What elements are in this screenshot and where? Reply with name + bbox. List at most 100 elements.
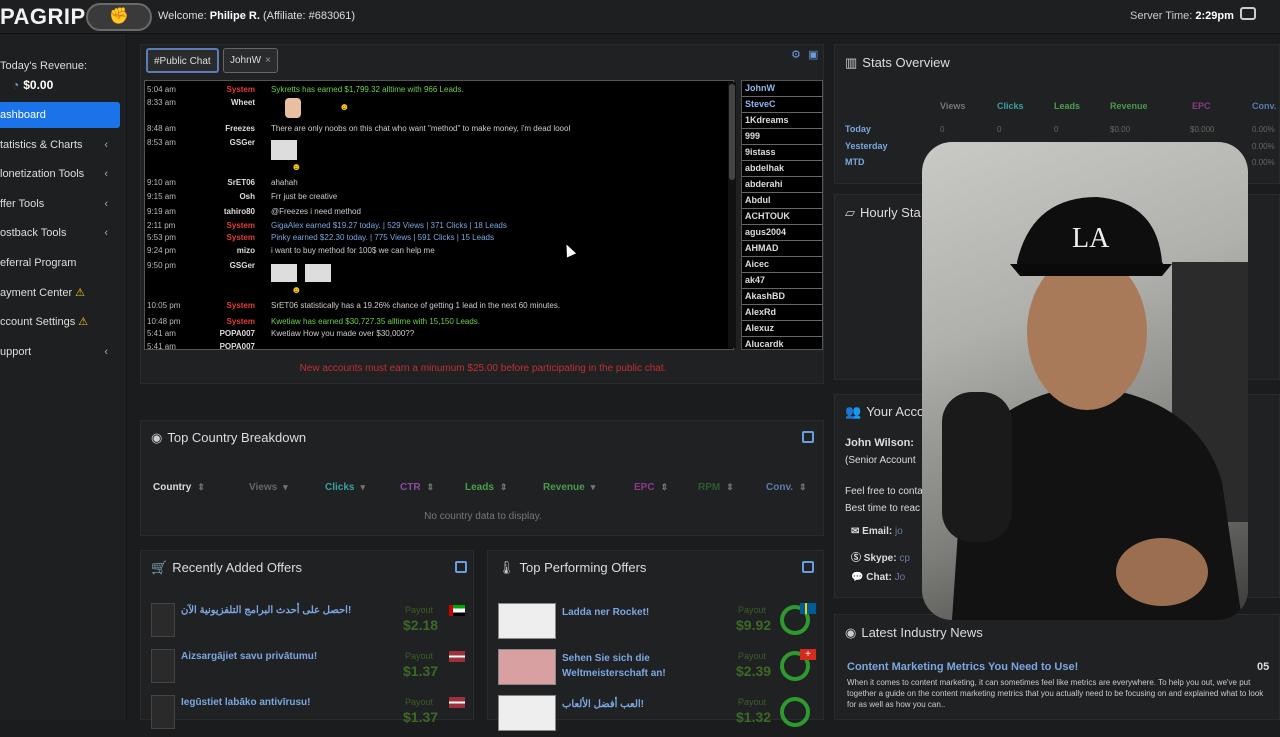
chat-user-item[interactable]: Abdul: [742, 193, 822, 209]
msg-user[interactable]: tahiro80: [224, 207, 255, 216]
chat-user-item[interactable]: ak47: [742, 273, 822, 289]
chat-user-item[interactable]: Alexuz: [742, 321, 822, 337]
sort-icon: ▾: [283, 482, 288, 492]
globe-icon: ◉: [151, 430, 163, 445]
col-clicks[interactable]: Clicks ▾: [325, 482, 365, 493]
chat-user-item[interactable]: agus2004: [742, 225, 822, 241]
sidebar-item-label: ffer Tools: [0, 198, 45, 210]
chat-messages[interactable]: 5:04 am System Sykretts has earned $1,799.…: [144, 80, 734, 350]
offer-row[interactable]: Iegūstiet labāko antivīrusu! Payout $1.3…: [147, 693, 469, 735]
col-conv[interactable]: Conv. ⇕: [766, 482, 807, 493]
offer-name[interactable]: Ladda ner Rocket!: [562, 605, 692, 620]
msg-user[interactable]: System: [227, 317, 255, 326]
offer-row[interactable]: Aizsargājiet savu privātumu! Payout $1.3…: [147, 647, 469, 689]
payout-label: Payout: [738, 697, 767, 707]
chat-user-item[interactable]: 999: [742, 129, 822, 145]
chat-user-item[interactable]: 9istass: [742, 145, 822, 161]
news-headline[interactable]: Content Marketing Metrics You Need to Us…: [847, 661, 1078, 673]
msg-user[interactable]: POPA007: [220, 329, 255, 338]
col-views[interactable]: Views ▾: [249, 482, 288, 493]
stats-col-leads: Leads: [1054, 101, 1081, 111]
offer-name[interactable]: العب أفضل الألعاب!: [562, 697, 692, 712]
emoji-icon: ☻: [291, 162, 302, 173]
col-revenue[interactable]: Revenue ▾: [543, 482, 595, 493]
offer-name[interactable]: احصل على أحدث البرامج التلفزيونية الآن!: [181, 605, 351, 616]
bar-chart-icon: ▥: [845, 55, 858, 70]
offer-name[interactable]: Iegūstiet labāko antivīrusu!: [181, 697, 310, 708]
sidebar-item-referral[interactable]: eferral Program: [0, 250, 120, 276]
chat-user-item[interactable]: abderahi: [742, 177, 822, 193]
stats-value: 0.00%: [1252, 125, 1275, 134]
msg-user[interactable]: GSGer: [230, 138, 255, 147]
sidebar-item-monetization[interactable]: lonetization Tools ‹: [0, 161, 120, 187]
msg-text: ahahah: [271, 178, 298, 187]
col-country[interactable]: Country ⇕: [153, 482, 205, 493]
chat-user-item[interactable]: ACHTOUK: [742, 209, 822, 225]
chat-scrollbar[interactable]: [728, 82, 736, 348]
logo[interactable]: PAGRIP: [0, 4, 86, 30]
chat-bubble-icon[interactable]: [1240, 7, 1256, 20]
chat-user-item[interactable]: AkashBD: [742, 289, 822, 305]
col-epc[interactable]: EPC ⇕: [634, 482, 668, 493]
chat-value[interactable]: Jo: [895, 572, 906, 583]
external-link-icon[interactable]: [802, 561, 814, 573]
external-link-icon[interactable]: [455, 561, 467, 573]
msg-user[interactable]: System: [227, 221, 255, 230]
msg-user[interactable]: System: [227, 85, 255, 94]
sort-icon: ⇕: [197, 482, 205, 492]
performance-ring: [780, 697, 810, 727]
col-rpm[interactable]: RPM ⇕: [698, 482, 734, 493]
msg-user[interactable]: Freezes: [225, 124, 255, 133]
scrollbar-thumb[interactable]: [729, 84, 735, 180]
sidebar-item-dashboard[interactable]: ashboard: [0, 102, 120, 128]
tab-public-chat[interactable]: #Public Chat: [146, 48, 219, 73]
col-ctr[interactable]: CTR ⇕: [400, 482, 434, 493]
webcam-overlay: LA: [922, 142, 1248, 620]
msg-user[interactable]: POPA007: [220, 342, 255, 349]
msg-user[interactable]: GSGer: [230, 261, 255, 270]
chat-icon: 💬: [851, 572, 867, 583]
users-icon: 👥: [845, 404, 862, 419]
offer-row[interactable]: العب أفضل الألعاب! Payout $1.32: [494, 693, 818, 737]
email-value[interactable]: jo: [895, 526, 903, 537]
offer-row[interactable]: احصل على أحدث البرامج التلفزيونية الآن! …: [147, 601, 469, 643]
msg-user[interactable]: System: [227, 233, 255, 242]
chat-user-item[interactable]: SteveC: [742, 97, 822, 113]
col-leads[interactable]: Leads ⇕: [465, 482, 507, 493]
chat-user-item[interactable]: Aicec: [742, 257, 822, 273]
chat-user-item[interactable]: AlexRd: [742, 305, 822, 321]
sidebar-item-label: eferral Program: [0, 257, 77, 269]
chat-user-item[interactable]: abdelhak: [742, 161, 822, 177]
gear-icon[interactable]: ⚙: [791, 48, 801, 61]
offer-thumbnail: [498, 603, 556, 639]
chat-user-item[interactable]: Alucardk: [742, 337, 822, 349]
sidebar-item-statistics[interactable]: tatistics & Charts ‹: [0, 132, 120, 158]
sidebar-item-account-settings[interactable]: ccount Settings ⚠: [0, 309, 120, 335]
chat-user-item[interactable]: 1Kdreams: [742, 113, 822, 129]
chat-users-icon[interactable]: ▣: [808, 48, 818, 61]
offer-row[interactable]: Sehen Sie sich die Weltmeisterschaft an!…: [494, 647, 818, 691]
empty-table-message: No country data to display.: [424, 511, 542, 522]
sidebar-item-offer-tools[interactable]: ffer Tools ‹: [0, 191, 120, 217]
offer-name[interactable]: Aizsargājiet savu privātumu!: [181, 651, 317, 662]
stats-col-revenue: Revenue: [1110, 101, 1148, 111]
chat-panel: #Public Chat JohnW × ⚙ ▣ 5:04 am System Syk…: [140, 44, 824, 384]
chat-user-item[interactable]: JohnW: [742, 81, 822, 97]
offer-row[interactable]: Ladda ner Rocket! Payout $9.92: [494, 601, 818, 645]
sidebar-item-support[interactable]: upport ‹: [0, 339, 120, 365]
msg-user[interactable]: mizo: [237, 246, 255, 255]
external-link-icon[interactable]: [802, 431, 814, 443]
skype-value[interactable]: cp: [899, 553, 910, 564]
sort-icon: ⇕: [799, 482, 807, 492]
sidebar-item-label: ayment Center: [0, 287, 73, 299]
msg-user[interactable]: System: [227, 301, 255, 310]
msg-user[interactable]: Osh: [239, 192, 255, 201]
sidebar-item-postback-tools[interactable]: ostback Tools ‹: [0, 220, 120, 246]
close-icon[interactable]: ×: [265, 55, 271, 66]
sidebar-item-payment[interactable]: ayment Center ⚠: [0, 280, 120, 306]
offer-name[interactable]: Sehen Sie sich die Weltmeisterschaft an!: [562, 651, 692, 681]
chat-user-item[interactable]: AHMAD: [742, 241, 822, 257]
tab-johnw[interactable]: JohnW ×: [223, 48, 278, 73]
msg-user[interactable]: SrET06: [227, 178, 255, 187]
msg-user[interactable]: Wheet: [231, 98, 255, 107]
